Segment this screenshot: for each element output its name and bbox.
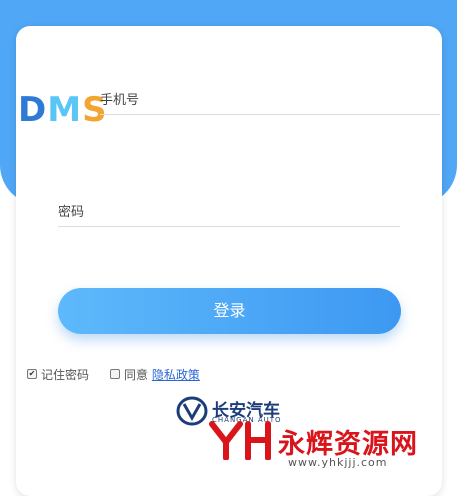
site-watermark: 永辉资源网 www.yhkjjj.com: [208, 420, 457, 476]
remember-checkbox[interactable]: ✔: [27, 368, 37, 379]
privacy-policy-link[interactable]: 隐私政策: [152, 368, 200, 382]
agree-checkbox[interactable]: [110, 368, 120, 379]
remember-password-option[interactable]: ✔ 记住密码: [27, 367, 89, 383]
remember-label: 记住密码: [41, 368, 90, 382]
phone-input[interactable]: 手机号: [100, 92, 440, 115]
password-placeholder: 密码: [58, 205, 85, 220]
phone-placeholder: 手机号: [100, 93, 140, 108]
agree-label: 同意: [124, 368, 149, 382]
watermark-url: www.yhkjjj.com: [288, 456, 388, 469]
logo-letter-d: D: [18, 90, 48, 130]
logo-letter-m: M: [47, 90, 83, 130]
watermark-logo-icon: [209, 421, 271, 460]
password-input[interactable]: 密码: [58, 204, 400, 227]
changan-logo-icon: [176, 396, 208, 426]
login-button[interactable]: 登录: [58, 288, 401, 334]
dms-logo: DMS: [18, 92, 108, 128]
agree-policy-option[interactable]: 同意 隐私政策: [110, 367, 200, 383]
